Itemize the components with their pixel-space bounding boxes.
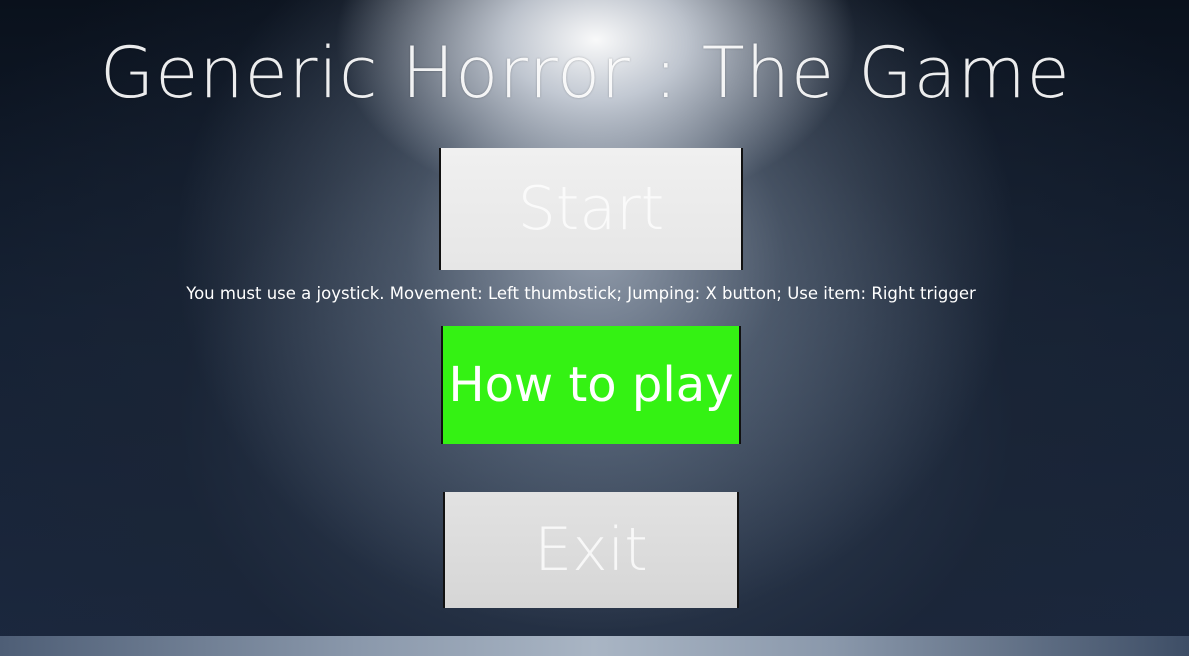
how-to-play-button[interactable]: How to play <box>441 326 741 444</box>
controls-instructions: You must use a joystick. Movement: Left … <box>186 284 976 303</box>
exit-button[interactable]: Exit <box>443 492 739 608</box>
game-title: Generic Horror : The Game <box>100 32 1071 114</box>
main-menu-screen: Generic Horror : The Game Start You must… <box>0 0 1189 656</box>
stage-floor <box>0 636 1189 656</box>
start-button[interactable]: Start <box>439 148 743 270</box>
